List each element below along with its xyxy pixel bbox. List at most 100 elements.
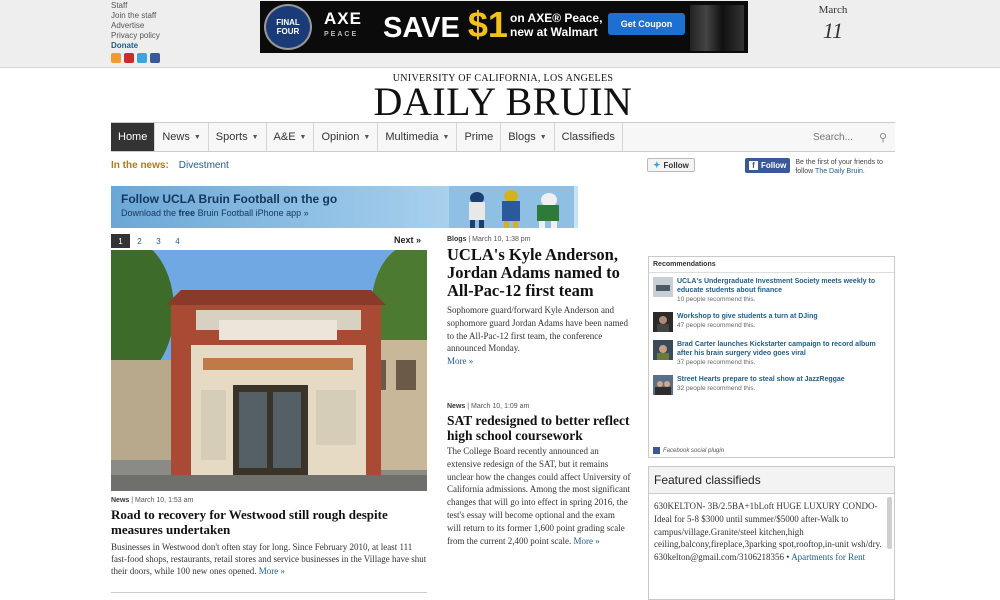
nav-ae[interactable]: A&E ▼ <box>267 123 315 151</box>
classifieds-title: Featured classifieds <box>649 467 894 494</box>
nav-home[interactable]: Home <box>111 123 156 151</box>
nav-multimedia[interactable]: Multimedia ▼ <box>378 123 458 151</box>
promo-subtext: Download the free Bruin Football iPhone … <box>121 208 309 218</box>
search-box: ⚲ <box>812 123 895 151</box>
slide-page-3[interactable]: 3 <box>149 234 168 248</box>
chevron-down-icon: ▼ <box>363 133 371 141</box>
chevron-down-icon: ▼ <box>251 133 259 141</box>
story-sat-redesign: News | March 10, 1:09 am SAT redesigned … <box>447 403 631 547</box>
recommendation-thumbnail <box>653 375 673 395</box>
search-icon[interactable]: ⚲ <box>879 131 887 144</box>
lead-story-more-link[interactable]: More » <box>259 566 285 576</box>
in-the-news: In the news: Divestment <box>111 160 229 171</box>
nav-blogs[interactable]: Blogs ▼ <box>501 123 555 151</box>
facebook-plugin-label: Facebook social plugin <box>653 447 724 454</box>
in-the-news-link[interactable]: Divestment <box>179 160 229 171</box>
story-section[interactable]: News <box>447 403 465 410</box>
axe-logo: AXE PEACE <box>324 9 362 38</box>
nav-classifieds[interactable]: Classifieds <box>555 123 623 151</box>
ad-offer-text: on AXE® Peace, new at Walmart <box>510 11 603 39</box>
final-four-logo: FINAL FOUR <box>264 4 312 50</box>
recommendation-item[interactable]: Brad Carter launches Kickstarter campaig… <box>653 340 890 367</box>
story-meta: Blogs | March 10, 1:38 pm <box>447 236 531 243</box>
twitter-bird-icon: ✦ <box>653 159 661 170</box>
date-day: 11 <box>822 18 844 43</box>
social-icons <box>111 53 160 63</box>
nav-news[interactable]: News ▼ <box>155 123 209 151</box>
facebook-icon[interactable] <box>150 53 160 63</box>
slide-page-2[interactable]: 2 <box>130 234 149 248</box>
lead-story-section[interactable]: News <box>111 497 129 504</box>
recommendation-thumbnail <box>653 277 673 297</box>
in-the-news-label: In the news: <box>111 160 169 171</box>
ad-product-image <box>690 5 744 51</box>
facebook-follow-text: Be the first of your friends to follow T… <box>795 159 883 175</box>
nav-sports[interactable]: Sports ▼ <box>209 123 267 151</box>
link-donate[interactable]: Donate <box>111 41 160 51</box>
story-more-link[interactable]: More » <box>573 536 599 546</box>
link-join-staff[interactable]: Join the staff <box>111 11 160 21</box>
facebook-follow-button[interactable]: f Follow <box>745 158 791 173</box>
masthead[interactable]: UNIVERSITY OF CALIFORNIA, LOS ANGELES DA… <box>111 74 895 122</box>
story-body: Sophomore guard/forward Kyle Anderson an… <box>447 305 628 354</box>
chevron-down-icon: ▼ <box>193 133 201 141</box>
utility-links: Staff Join the staff Advertise Privacy p… <box>111 1 160 63</box>
lead-story-photo[interactable] <box>111 250 427 491</box>
story-kyle-anderson: Blogs | March 10, 1:38 pm UCLA's Kyle An… <box>447 236 631 368</box>
date-display: March 11 <box>806 4 860 44</box>
football-players-image <box>449 186 574 228</box>
slideshow-next-button[interactable]: Next » <box>394 235 421 245</box>
twitter-icon[interactable] <box>137 53 147 63</box>
classified-category-link[interactable]: Apartments for Rent <box>791 552 865 562</box>
nav-opinion[interactable]: Opinion ▼ <box>314 123 379 151</box>
story-headline[interactable]: UCLA's Kyle Anderson, Jordan Adams named… <box>447 246 631 300</box>
featured-classifieds: Featured classifieds 630KELTON- 3B/2.5BA… <box>648 466 895 600</box>
get-coupon-button[interactable]: Get Coupon <box>608 13 685 35</box>
link-advertise[interactable]: Advertise <box>111 21 160 31</box>
recommendation-item[interactable]: Workshop to give students a turn at DJin… <box>653 312 890 332</box>
lead-story-headline[interactable]: Road to recovery for Westwood still roug… <box>111 507 429 537</box>
facebook-icon <box>653 447 660 454</box>
recommendation-item[interactable]: Street Hearts prepare to steal show at J… <box>653 375 890 395</box>
ad-save-text: SAVE $1 <box>383 4 508 45</box>
top-bar: Staff Join the staff Advertise Privacy p… <box>0 0 1000 68</box>
divider <box>111 592 427 593</box>
lead-story-meta: News | March 10, 1:53 am <box>111 497 194 504</box>
twitter-follow-button[interactable]: ✦ Follow <box>647 158 695 172</box>
chevron-down-icon: ▼ <box>299 133 307 141</box>
lead-story-body: Businesses in Westwood don't often stay … <box>111 542 427 576</box>
lead-story: News | March 10, 1:53 am Road to recover… <box>111 497 429 577</box>
classifieds-scrollbar[interactable] <box>887 497 892 549</box>
facebook-follow: f Follow Be the first of your friends to … <box>745 158 901 176</box>
story-body: The College Board recently announced an … <box>447 446 631 546</box>
facebook-page-link[interactable]: The Daily Bruin <box>815 168 863 175</box>
link-staff[interactable]: Staff <box>111 1 160 11</box>
story-section[interactable]: Blogs <box>447 236 466 243</box>
rss-icon[interactable] <box>111 53 121 63</box>
chevron-down-icon: ▼ <box>442 133 450 141</box>
promo-headline: Follow UCLA Bruin Football on the go <box>121 192 338 206</box>
story-more-link[interactable]: More » <box>447 355 631 368</box>
youtube-icon[interactable] <box>124 53 134 63</box>
nav-prime[interactable]: Prime <box>457 123 502 151</box>
link-privacy-policy[interactable]: Privacy policy <box>111 31 160 41</box>
recommendation-thumbnail <box>653 312 673 332</box>
slideshow-pager: 1 2 3 4 <box>111 234 187 248</box>
chevron-down-icon: ▼ <box>539 133 547 141</box>
recommendations-widget: Recommendations UCLA's Undergraduate Inv… <box>648 256 895 458</box>
story-headline[interactable]: SAT redesigned to better reflect high sc… <box>447 413 631 443</box>
classified-listing: 630KELTON- 3B/2.5BA+1bLoft HUGE LUXURY C… <box>654 501 882 563</box>
main-nav: Home News ▼ Sports ▼ A&E ▼ Opinion ▼ Multime… <box>111 122 895 152</box>
date-month: March <box>818 4 848 16</box>
story-meta: News | March 10, 1:09 am <box>447 403 530 410</box>
recommendation-item[interactable]: UCLA's Undergraduate Investment Society … <box>653 277 890 304</box>
slide-page-4[interactable]: 4 <box>168 234 187 248</box>
facebook-icon: f <box>749 161 758 170</box>
search-input[interactable] <box>812 131 873 143</box>
recommendation-thumbnail <box>653 340 673 360</box>
football-app-promo[interactable]: Follow UCLA Bruin Football on the go Dow… <box>111 186 578 228</box>
recommendations-title: Recommendations <box>649 257 894 273</box>
slide-page-1[interactable]: 1 <box>111 234 130 248</box>
banner-ad[interactable]: FINAL FOUR AXE PEACE SAVE $1 on AXE® Peac… <box>260 1 748 53</box>
site-title[interactable]: DAILY BRUIN <box>111 82 895 122</box>
